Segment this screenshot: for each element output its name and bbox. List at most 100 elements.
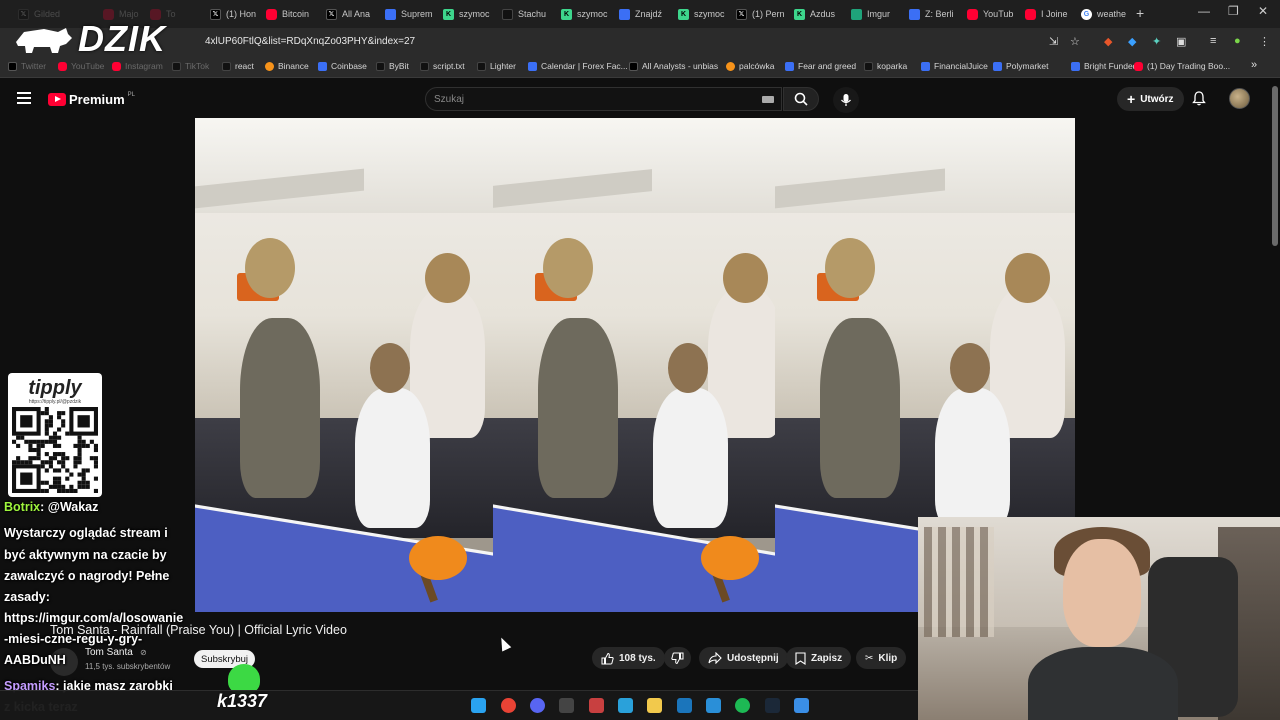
tab-label: szymoc [577,9,608,19]
bookmark-favicon-icon [726,61,735,71]
browser-tab[interactable]: Stachu [502,4,557,24]
tab-label: YouTub [983,9,1014,19]
bookmark-item[interactable]: koparka [864,61,907,71]
browser-tab[interactable]: Imgur [851,4,906,24]
extension-teal-icon[interactable]: ✦ [1152,35,1161,48]
obs-icon[interactable] [559,698,574,713]
browser-tab[interactable]: 𝕏 (1) Hon [210,4,265,24]
bookmark-item[interactable]: Twitter [8,61,46,71]
profile-icon[interactable]: ● [1234,35,1241,47]
search-button[interactable] [783,87,819,111]
bookmark-item[interactable]: Bright Funded [1071,61,1137,71]
browser-tab[interactable]: Gweathe [1081,4,1136,24]
chrome-icon[interactable] [501,698,516,713]
browser-tab[interactable]: 𝕏 (1) Pern [736,4,791,24]
bookmark-item[interactable]: Polymarket [993,61,1049,71]
dislike-button[interactable] [664,647,691,669]
youtube-logo[interactable]: Premium PL [48,92,135,107]
browser-tab[interactable]: I Joine [1025,4,1080,24]
notepad-icon[interactable] [794,698,809,713]
tab-favicon-icon [851,8,862,20]
bookmark-item[interactable]: Fear and greed [785,61,856,71]
page-scrollbar[interactable] [1272,86,1278,246]
bookmark-favicon-icon [318,61,327,71]
save-button[interactable]: Zapisz [786,647,852,669]
bookmark-item[interactable]: All Analysts - unbias [629,61,718,71]
bookmark-item[interactable]: Coinbase [318,61,367,71]
spotify-icon[interactable] [735,698,750,713]
clip-button[interactable]: ✂ Klip [856,647,907,669]
ccleaner-icon[interactable] [677,698,692,713]
browser-tab[interactable]: Z: Berli [909,4,964,24]
browser-tab[interactable]: Suprem [385,4,440,24]
tab-label: Imgur [867,9,891,19]
extension-fox-icon[interactable]: ◆ [1104,35,1112,48]
create-button[interactable]: + Utwórz [1117,87,1184,111]
minimize-button[interactable]: — [1198,4,1210,18]
windows-start-icon[interactable] [471,698,486,713]
tab-favicon-icon: K [443,8,454,20]
bookmarks-bar: » Twitter YouTube Instagram TikTok react Bina… [0,56,1280,78]
browser-tab[interactable]: Kszymoc [561,4,616,24]
bookmark-item[interactable]: ByBit [376,61,409,71]
tab-favicon-icon [619,8,630,20]
browser-tab[interactable]: K Azdus [794,4,849,24]
boar-icon [16,28,72,53]
bookmark-label: koparka [877,61,908,71]
browser-tab[interactable]: YouTub [967,4,1022,24]
bookmark-item[interactable]: YouTube [58,61,104,71]
new-tab-button[interactable]: + [1136,5,1144,21]
bookmark-item[interactable]: Calendar | Forex Fac... [528,61,628,71]
stream-chat-overlay: Botrix: @Wakaz Wystarczy oglądać stream i… [0,500,210,720]
extension-blue-icon[interactable]: ◆ [1128,35,1136,48]
bookmark-label: YouTube [71,61,105,71]
bookmark-favicon-icon [172,61,181,71]
chat-text: Wystarczy oglądać stream i [4,526,168,540]
tab-favicon-icon [1025,8,1036,20]
bookmark-star-icon[interactable]: ☆ [1070,35,1080,48]
browser-tab[interactable]: Kszymoc [443,4,498,24]
telegram-icon[interactable] [618,698,633,713]
user-avatar[interactable] [1229,88,1250,109]
chat-text: -miesi-czne-regu-y-gry- [4,632,143,646]
bookmark-item[interactable]: Lighter [477,61,516,71]
keyboard-icon[interactable] [762,96,774,103]
hamburger-menu-icon[interactable] [17,92,31,104]
share-button[interactable]: Udostępnij [699,647,788,669]
browser-tab[interactable]: Bitcoin [266,4,321,24]
bookmark-item[interactable]: react [222,61,254,71]
tab-search-icon[interactable]: ≡ [1210,35,1216,47]
search-box[interactable] [425,87,782,111]
bookmark-item[interactable]: TikTok [172,61,209,71]
browser-tab[interactable]: 𝕏 All Ana [326,4,381,24]
bookmark-item[interactable]: Instagram [112,61,163,71]
url-text[interactable]: 4xlUP60FtlQ&list=RDqXnqZo03PHY&index=27 [205,36,415,47]
chat-text: AABDuNH [4,653,66,667]
browser-tab[interactable]: Znajdź [619,4,674,24]
install-app-icon[interactable]: ⇲ [1049,35,1058,48]
tool-icon[interactable] [589,698,604,713]
extensions-puzzle-icon[interactable]: ▣ [1176,35,1186,48]
steam-icon[interactable] [765,698,780,713]
bookmark-favicon-icon [864,61,873,71]
bookmark-item[interactable]: FinancialJuice [921,61,988,71]
discord-icon[interactable] [530,698,545,713]
bookmark-item[interactable]: palcówka [726,61,774,71]
notifications-bell-icon[interactable] [1192,91,1206,106]
close-window-button[interactable]: ✕ [1258,4,1268,18]
browser-menu-icon[interactable]: ⋮ [1259,35,1270,48]
bookmark-item[interactable]: (1) Day Trading Boo... [1134,61,1230,71]
bookmark-item[interactable]: script.txt [420,61,465,71]
like-button[interactable]: 108 tys. [592,647,665,669]
more-bookmarks-icon[interactable]: » [1251,59,1257,71]
tab-label: szymoc [694,9,725,19]
browser-tab[interactable]: Kszymoc [678,4,733,24]
vscode-icon[interactable] [706,698,721,713]
search-input[interactable] [434,92,754,106]
bookmark-item[interactable]: Binance [265,61,309,71]
scissors-icon: ✂ [865,652,874,664]
file-explorer-icon[interactable] [647,698,662,713]
voice-search-button[interactable] [833,87,859,113]
maximize-button[interactable]: ❐ [1228,4,1239,18]
bookmark-favicon-icon [785,61,794,71]
